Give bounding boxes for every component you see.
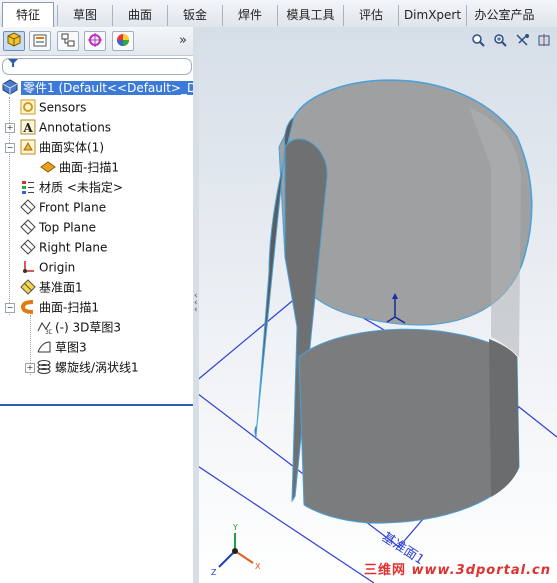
watermark-site: 三维网	[363, 563, 406, 578]
tab-surfaces[interactable]: 曲面	[112, 5, 167, 26]
svg-text:Y: Y	[232, 523, 238, 532]
watermark-url: www.3dportal.cn	[411, 563, 551, 578]
rollback-bar[interactable]	[0, 404, 193, 406]
tree-filter-input[interactable]	[2, 58, 192, 75]
tab-weldments[interactable]: 焊件	[222, 5, 277, 26]
svg-text:A: A	[22, 121, 33, 135]
reference-triad: Y X Z	[211, 523, 261, 577]
collapse-toggle[interactable]: −	[5, 143, 15, 153]
more-tabs-chevron-icon[interactable]: »	[179, 33, 187, 48]
tree-item-label: Annotations	[39, 120, 112, 135]
tab-sketch[interactable]: 草图	[57, 5, 112, 26]
tree-item-label: Sensors	[39, 100, 87, 115]
material-icon	[20, 179, 36, 195]
display-manager-icon[interactable]	[112, 31, 134, 51]
helix-icon	[36, 359, 52, 375]
tree-item-label: 曲面实体(1)	[39, 140, 104, 155]
surface-bodies-icon	[20, 139, 36, 155]
annotations-icon: A	[20, 119, 36, 135]
tree-item-label: 材质 <未指定>	[39, 180, 123, 195]
3d-sketch-icon: 3D	[36, 319, 54, 336]
collapse-toggle[interactable]: −	[5, 303, 15, 313]
tab-office-products[interactable]: 办公室产品	[466, 5, 542, 26]
manager-tabs-bar: »	[0, 27, 193, 56]
sensors-icon	[20, 99, 36, 115]
expand-toggle[interactable]: +	[25, 363, 35, 373]
tree-item-label: Right Plane	[39, 240, 108, 255]
tree-item-surface-bodies[interactable]: 曲面实体(1)	[20, 137, 104, 157]
tree-item-label: 曲面-扫描1	[39, 300, 99, 315]
tree-item-sketch3[interactable]: 草图3	[36, 337, 87, 357]
origin-icon	[20, 259, 36, 275]
dimxpert-manager-icon[interactable]	[84, 31, 106, 51]
tree-item-material[interactable]: 材质 <未指定>	[20, 177, 123, 197]
tree-item-label: 草图3	[55, 340, 87, 355]
slot-gap	[294, 496, 304, 506]
property-manager-icon[interactable]	[29, 31, 51, 51]
svg-text:Z: Z	[211, 568, 217, 577]
tree-item-plane1[interactable]: 基准面1	[20, 277, 83, 297]
tab-sheet-metal[interactable]: 钣金	[167, 5, 222, 26]
tree-item-label: Front Plane	[39, 200, 107, 215]
tree-item-label: 曲面-扫描1	[59, 160, 119, 175]
tree-item-label: 基准面1	[39, 280, 83, 295]
tree-item-top-plane[interactable]: Top Plane	[20, 217, 96, 237]
sketch-icon	[36, 339, 52, 355]
graphics-viewport[interactable]: 基准面1 Y X Z 三维网 www.3dportal.cn	[199, 27, 557, 583]
tree-item-label: 零件1 (Default<<Default>_Di	[21, 80, 202, 95]
configuration-manager-icon[interactable]	[57, 31, 79, 51]
tree-item-annotations[interactable]: A Annotations	[20, 117, 111, 137]
tree-item-front-plane[interactable]: Front Plane	[20, 197, 106, 217]
tree-item-label: (-) 3D草图3	[55, 320, 122, 335]
swept-surface-front[interactable]	[298, 328, 520, 524]
tab-mold-tools[interactable]: 模具工具	[277, 5, 343, 26]
tree-item-right-plane[interactable]: Right Plane	[20, 237, 107, 257]
plane-icon	[20, 218, 36, 235]
tree-item-helix[interactable]: 螺旋线/涡状线1	[36, 357, 139, 377]
svg-text:3D: 3D	[45, 329, 52, 335]
tree-item-sensors[interactable]: Sensors	[20, 97, 86, 117]
sweep-icon	[20, 299, 36, 315]
tree-item-surface-body[interactable]: 曲面-扫描1	[40, 157, 119, 177]
svg-text:X: X	[255, 562, 261, 571]
tree-item-origin[interactable]: Origin	[20, 257, 75, 277]
plane-yellow-icon	[20, 278, 36, 295]
splitter-grip-icon[interactable]: ‹ ‹ ‹	[194, 292, 198, 315]
watermark: 三维网 www.3dportal.cn	[364, 559, 551, 578]
tree-item-label: Origin	[39, 260, 76, 275]
tab-features[interactable]: 特征	[2, 2, 54, 27]
tree-item-part[interactable]: 零件1 (Default<<Default>_Di	[2, 77, 202, 97]
tab-dimxpert[interactable]: DimXpert	[398, 5, 466, 26]
tree-item-sweep[interactable]: 曲面-扫描1	[20, 297, 99, 317]
feature-manager-icon[interactable]	[3, 31, 25, 51]
tree-item-3d-sketch[interactable]: 3D (-) 3D草图3	[36, 317, 121, 337]
funnel-icon	[8, 58, 18, 71]
tab-evaluate[interactable]: 评估	[343, 5, 398, 26]
tree-item-label: 螺旋线/涡状线1	[55, 360, 139, 375]
surface-body-icon	[40, 159, 56, 175]
expand-toggle[interactable]: +	[5, 123, 15, 133]
plane-icon	[20, 238, 36, 255]
part-icon	[2, 78, 18, 95]
command-manager-tabs: 特征 草图 曲面 钣金 焊件 模具工具 评估 DimXpert 办公室产品	[0, 0, 557, 28]
tree-item-label: Top Plane	[39, 220, 96, 235]
model-graphics[interactable]: 基准面1 Y X Z	[199, 27, 557, 583]
feature-manager-panel: » 零件1 (Default<<Default>_Di Sensors + AA…	[0, 27, 202, 583]
plane-icon	[20, 198, 36, 215]
swept-surface-front-shade	[489, 339, 519, 497]
